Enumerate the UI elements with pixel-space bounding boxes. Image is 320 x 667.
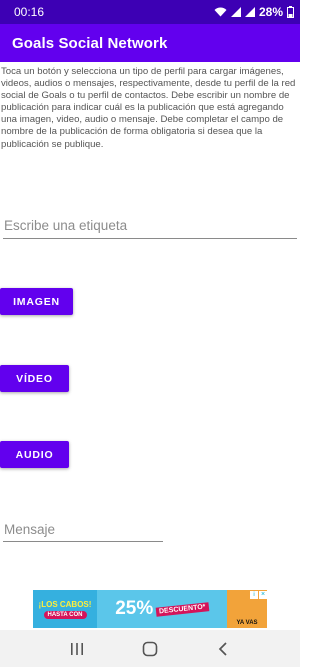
signal-icon — [244, 7, 255, 17]
ad-discount: DESCUENTO* — [155, 601, 210, 617]
wifi-icon — [214, 7, 227, 17]
ad-info-icon[interactable]: i — [250, 591, 258, 599]
lte-signal-icon — [230, 7, 241, 17]
battery-percent: 28% — [258, 5, 283, 19]
message-input[interactable] — [3, 518, 163, 542]
ad-percent: 25% — [115, 598, 154, 619]
ad-banner[interactable]: ¡LOS CABOS! HASTA CON 25% DESCUENTO* YA … — [33, 590, 267, 628]
recent-apps-icon[interactable] — [57, 634, 97, 664]
app-title: Goals Social Network — [12, 34, 168, 52]
tag-input[interactable] — [3, 213, 297, 239]
ad-left-panel: ¡LOS CABOS! HASTA CON — [33, 590, 97, 628]
audio-button[interactable]: AUDIO — [0, 441, 69, 468]
app-bar: Goals Social Network — [0, 24, 300, 62]
ad-offer: 25% DESCUENTO* — [97, 590, 227, 628]
ad-close-icon[interactable]: × — [259, 591, 267, 599]
navigation-bar — [0, 630, 300, 667]
ad-subline: HASTA CON — [43, 610, 87, 619]
image-button[interactable]: IMAGEN — [0, 288, 73, 315]
video-button[interactable]: VÍDEO — [0, 365, 69, 392]
home-icon[interactable] — [130, 634, 170, 664]
status-time: 00:16 — [14, 5, 45, 19]
instructions-text: Toca un botón y selecciona un tipo de pe… — [1, 66, 296, 150]
back-icon[interactable] — [203, 634, 243, 664]
status-icons: 28% — [214, 5, 294, 19]
ad-headline: ¡LOS CABOS! — [38, 599, 92, 609]
ad-brand: YA VAS — [236, 620, 258, 626]
status-bar: 00:16 28% — [0, 0, 300, 24]
battery-icon — [287, 6, 294, 18]
